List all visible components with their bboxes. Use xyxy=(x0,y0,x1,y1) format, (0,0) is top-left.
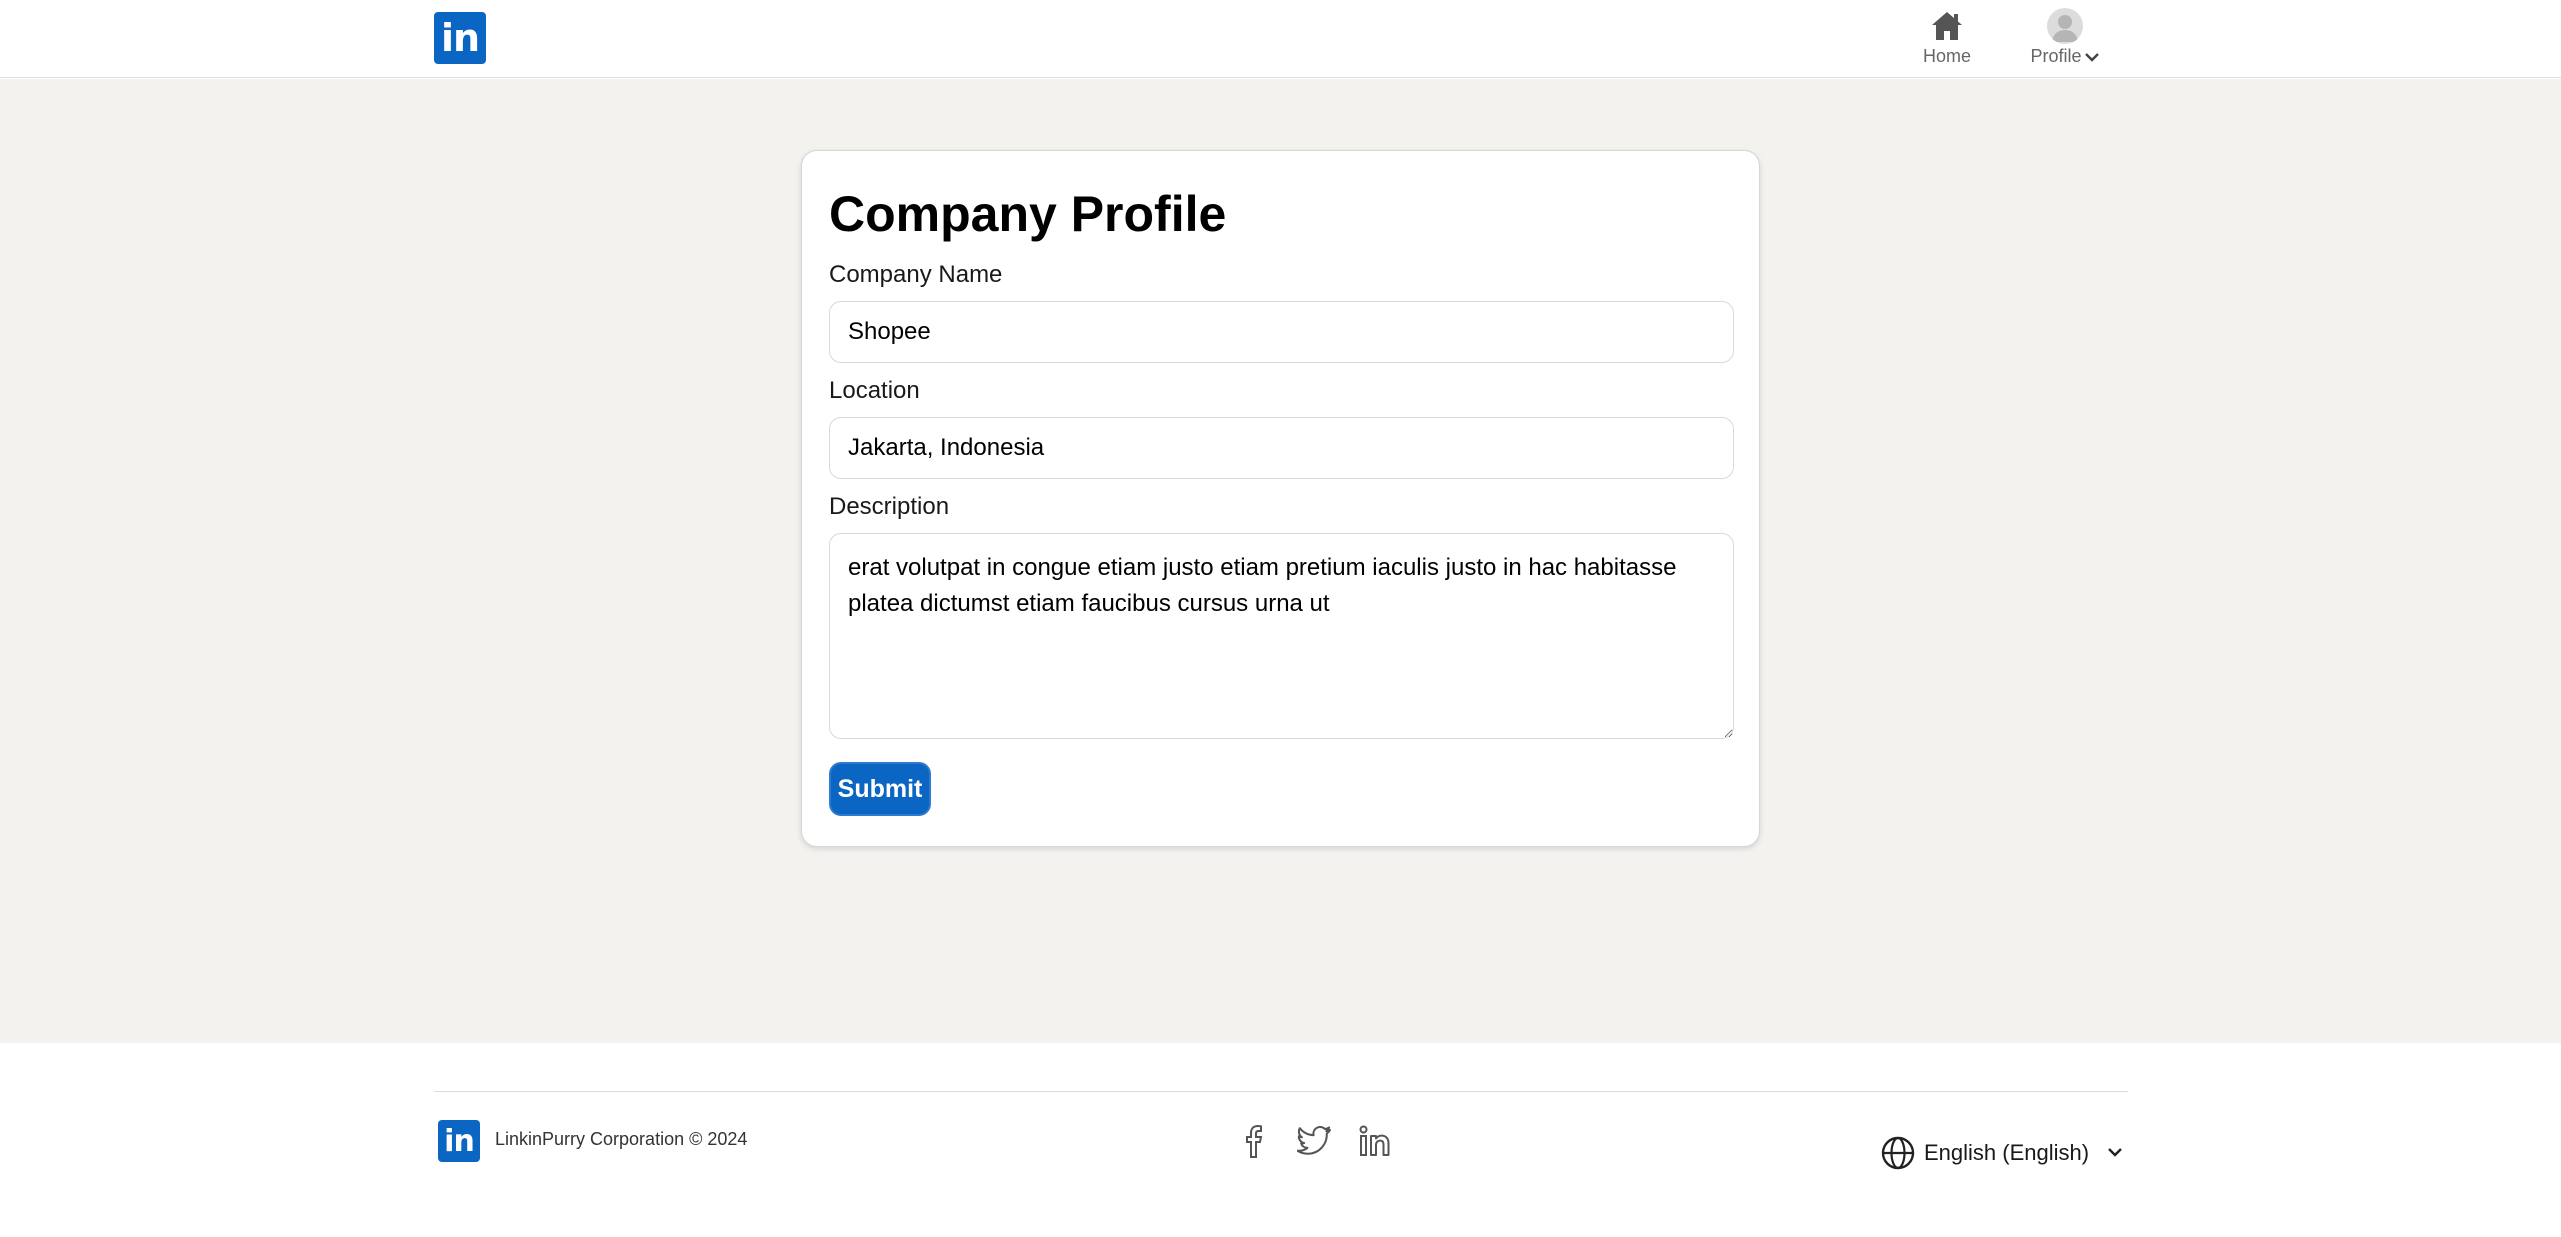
footer-divider xyxy=(434,1091,2128,1092)
logo-text: in xyxy=(440,16,480,60)
description-label: Description xyxy=(829,493,950,520)
description-textarea[interactable]: erat volutpat in congue etiam justo etia… xyxy=(829,533,1734,739)
main-content: Company Profile Company Name Location De… xyxy=(0,79,2561,1043)
chevron-down-icon xyxy=(2108,1148,2122,1157)
footer-logo-text: in xyxy=(444,1123,475,1159)
footer-linkedin-logo[interactable]: in xyxy=(438,1120,480,1162)
location-label: Location xyxy=(829,377,920,404)
nav-profile[interactable]: Profile xyxy=(2020,6,2110,70)
top-nav-bar: in Home Profile xyxy=(0,0,2561,78)
chevron-down-icon xyxy=(2084,52,2099,62)
copyright-text: LinkinPurry Corporation © 2024 xyxy=(495,1129,748,1149)
globe-icon xyxy=(1881,1136,1915,1170)
language-select[interactable]: English (English) xyxy=(1880,1133,2128,1173)
linkedin-logo[interactable]: in xyxy=(434,12,486,64)
nav-profile-label: Profile xyxy=(2030,46,2082,66)
facebook-icon[interactable] xyxy=(1235,1121,1275,1161)
avatar xyxy=(2047,8,2083,44)
nav-home-label: Home xyxy=(1922,46,1971,66)
twitter-icon[interactable] xyxy=(1295,1121,1335,1161)
submit-button[interactable]: Submit xyxy=(829,762,931,816)
nav-profile-label-wrap: Profile xyxy=(2030,46,2099,67)
home-icon xyxy=(1927,6,1967,46)
footer: in LinkinPurry Corporation © 2024 Englis… xyxy=(0,1043,2561,1237)
avatar-wrap xyxy=(2045,6,2085,46)
page-title: Company Profile xyxy=(829,186,1227,242)
company-name-input[interactable] xyxy=(829,301,1734,363)
company-profile-form: Company Profile Company Name Location De… xyxy=(801,150,1760,847)
company-name-label: Company Name xyxy=(829,261,1003,288)
nav-home[interactable]: Home xyxy=(1910,6,1984,70)
linkedin-icon[interactable] xyxy=(1355,1121,1395,1161)
language-label: English (English) xyxy=(1924,1140,2090,1165)
location-input[interactable] xyxy=(829,417,1734,479)
